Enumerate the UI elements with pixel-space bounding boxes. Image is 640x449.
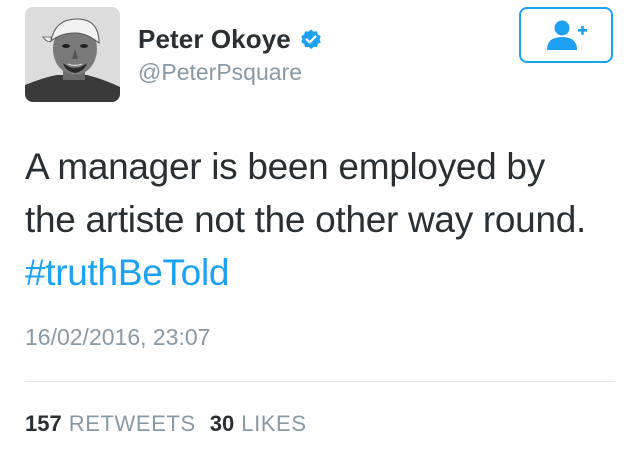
likes-stat[interactable]: 30 LIKES: [210, 411, 307, 437]
add-user-icon: [547, 20, 587, 50]
tweet-timestamp[interactable]: 16/02/2016, 23:07: [25, 324, 210, 351]
likes-count: 30: [209, 411, 235, 436]
retweets-label: RETWEETS: [68, 411, 196, 436]
tweet-text-line: the artiste not the other way round.: [25, 199, 586, 240]
display-name[interactable]: Peter Okoye: [138, 24, 291, 55]
follow-button[interactable]: [519, 7, 613, 63]
hashtag-link[interactable]: #truthBeTold: [25, 246, 625, 299]
user-handle[interactable]: @PeterPsquare: [138, 59, 302, 86]
likes-label: LIKES: [241, 411, 307, 436]
user-name-row[interactable]: Peter Okoye: [138, 24, 323, 55]
tweet-text: A manager is been employed by the artist…: [25, 140, 625, 299]
verified-badge-icon: [299, 28, 323, 52]
profile-photo: [25, 7, 120, 102]
tweet-text-line: A manager is been employed by: [25, 146, 545, 187]
retweets-stat[interactable]: 157 RETWEETS: [25, 411, 196, 437]
avatar[interactable]: [25, 7, 120, 102]
retweets-count: 157: [25, 411, 62, 436]
tweet-stats: 157 RETWEETS 30 LIKES: [25, 411, 307, 437]
divider: [25, 381, 615, 382]
